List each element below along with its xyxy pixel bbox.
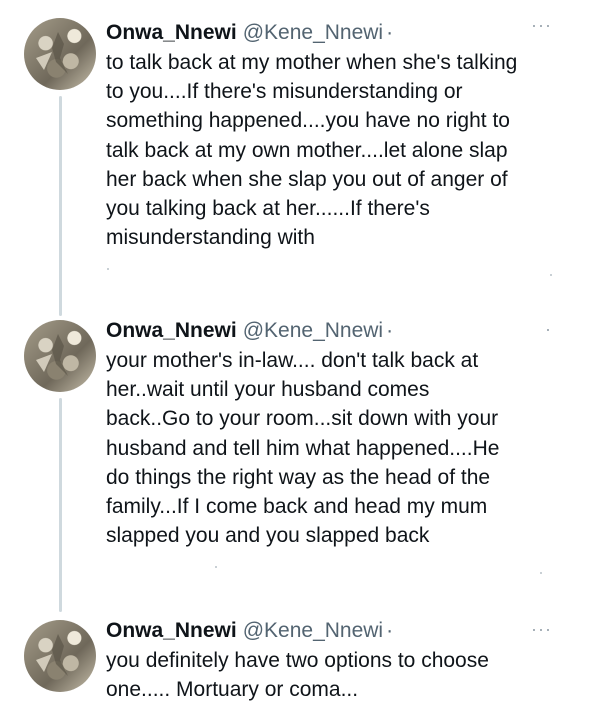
- tweet-2[interactable]: Onwa_Nnewi @Kene_Nnewi · · your mother's…: [0, 310, 592, 612]
- separator-dot: ·: [386, 21, 394, 44]
- tweet-3[interactable]: Onwa_Nnewi @Kene_Nnewi · ··· you definit…: [0, 612, 592, 701]
- author-name[interactable]: Onwa_Nnewi: [106, 319, 237, 343]
- tweet-1[interactable]: Onwa_Nnewi @Kene_Nnewi · ··· to talk bac…: [0, 8, 592, 316]
- more-options-icon[interactable]: ···: [531, 620, 552, 638]
- action-bar-mark: [107, 268, 109, 270]
- avatar[interactable]: [24, 620, 96, 692]
- more-options-icon[interactable]: ···: [531, 16, 552, 34]
- separator-dot: ·: [386, 319, 394, 342]
- avatar[interactable]: [24, 18, 96, 90]
- avatar[interactable]: [24, 320, 96, 392]
- more-options-icon[interactable]: ·: [545, 320, 552, 338]
- avatar-image-icon: [36, 32, 68, 74]
- thread-line: [59, 398, 62, 612]
- author-name[interactable]: Onwa_Nnewi: [106, 21, 237, 45]
- tweet-text: your mother's in-law.... don't talk back…: [106, 349, 500, 548]
- avatar-image-icon: [36, 334, 68, 376]
- author-handle[interactable]: @Kene_Nnewi: [243, 21, 383, 45]
- thread-line: [59, 96, 62, 316]
- tweet-text: you definitely have two options to choos…: [106, 649, 489, 702]
- action-bar-mark: [540, 572, 542, 574]
- author-name[interactable]: Onwa_Nnewi: [106, 619, 237, 643]
- avatar-image-icon: [36, 634, 68, 676]
- author-handle[interactable]: @Kene_Nnewi: [243, 319, 383, 343]
- separator-dot: ·: [386, 619, 394, 642]
- tweet-text: to talk back at my mother when she's tal…: [106, 51, 518, 250]
- author-handle[interactable]: @Kene_Nnewi: [243, 619, 383, 643]
- action-bar-mark: [550, 274, 552, 276]
- action-bar-mark: [215, 566, 217, 568]
